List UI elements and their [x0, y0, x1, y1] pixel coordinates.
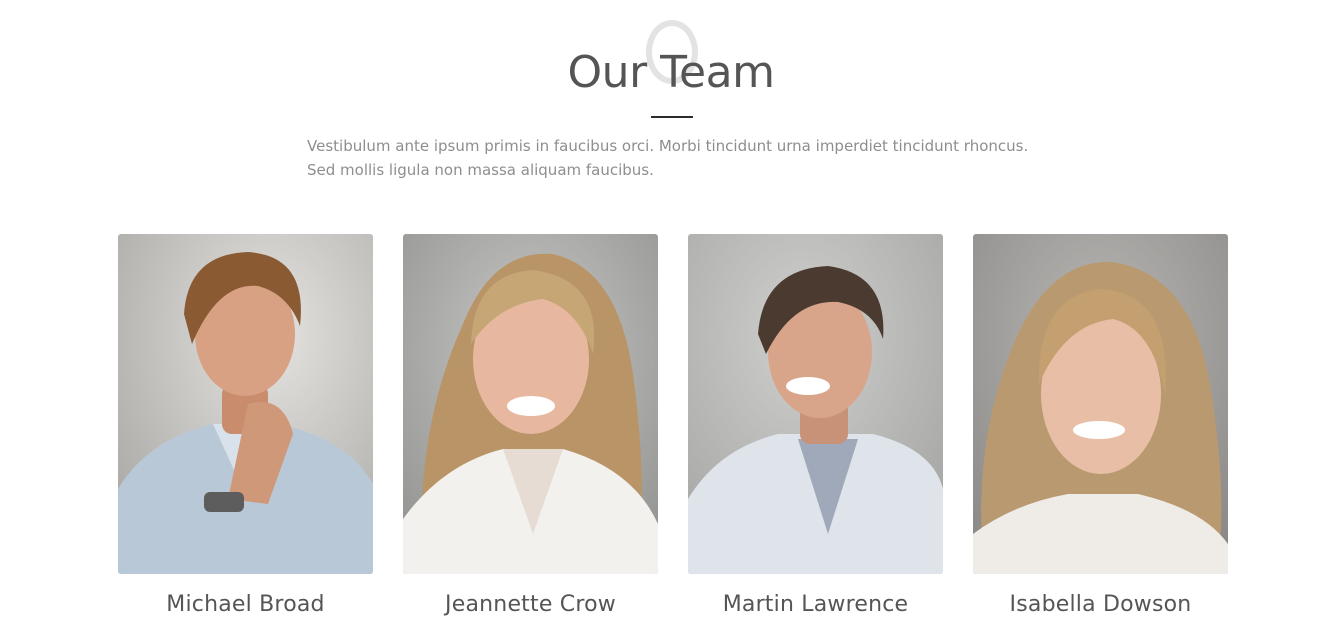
team-member-card[interactable]: Jeannette Crow [403, 234, 658, 634]
member-name[interactable]: Michael Broad [118, 592, 373, 617]
member-name[interactable]: Jeannette Crow [403, 592, 658, 617]
section-title: Our Team [567, 47, 775, 98]
member-name[interactable]: Isabella Dowson [973, 592, 1228, 617]
member-photo-image [403, 234, 658, 574]
team-section-header: Our Team Vestibulum ante ipsum primis in… [0, 0, 1342, 200]
team-member-card[interactable]: Michael Broad [118, 234, 373, 634]
team-member-card[interactable]: Isabella Dowson [973, 234, 1228, 634]
member-photo[interactable] [688, 234, 943, 574]
member-photo-image [118, 234, 373, 574]
member-photo[interactable] [403, 234, 658, 574]
member-photo[interactable] [973, 234, 1228, 574]
team-grid: Michael Broad Jeannette Crow Martin Lawr… [118, 234, 1228, 634]
team-member-card[interactable]: Martin Lawrence [688, 234, 943, 634]
member-photo-image [688, 234, 943, 574]
title-divider [651, 116, 693, 118]
section-description: Vestibulum ante ipsum primis in faucibus… [307, 137, 1029, 179]
member-photo[interactable] [118, 234, 373, 574]
member-name[interactable]: Martin Lawrence [688, 592, 943, 617]
member-photo-image [973, 234, 1228, 574]
